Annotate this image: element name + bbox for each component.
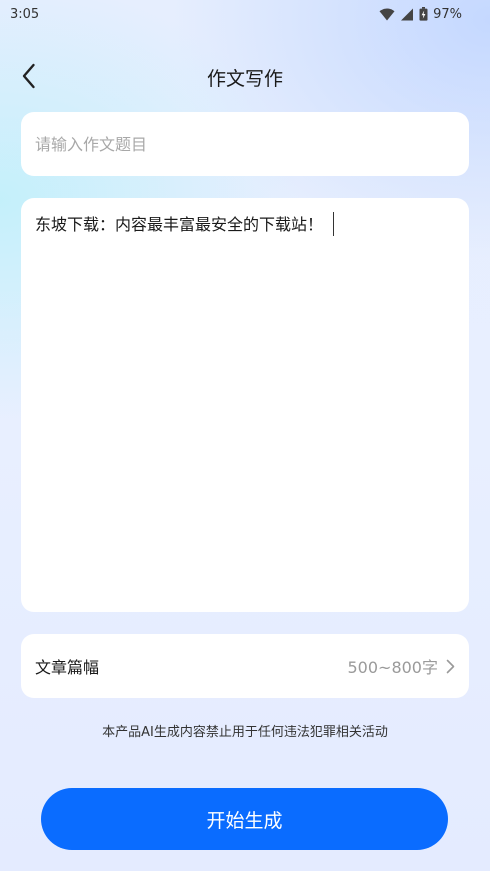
cellular-signal-icon [401, 8, 414, 20]
disclaimer-text: 本产品AI生成内容禁止用于任何违法犯罪相关活动 [102, 725, 388, 740]
page-title: 作文写作 [206, 68, 283, 90]
header: 作文写作 [0, 50, 490, 104]
length-value: 500~800字 [347, 658, 439, 677]
essay-title-input[interactable] [35, 134, 455, 154]
status-icons: 97% [379, 7, 462, 22]
text-caret [333, 212, 335, 236]
battery-icon [419, 7, 428, 21]
length-selector[interactable]: 文章篇幅 500~800字 [21, 634, 469, 698]
length-value-group: 500~800字 [348, 654, 456, 678]
status-bar: 3:05 97% [0, 0, 490, 28]
essay-content-text[interactable]: 东坡下载：内容最丰富最安全的下载站！ [35, 215, 323, 234]
generate-button[interactable]: 开始生成 [41, 788, 448, 850]
length-label: 文章篇幅 [35, 658, 100, 677]
wifi-icon [379, 8, 395, 20]
battery-percentage: 97% [433, 6, 462, 22]
content-input-card[interactable]: 东坡下载：内容最丰富最安全的下载站！ [21, 198, 469, 612]
chevron-right-icon [446, 659, 455, 673]
title-input-card [21, 112, 469, 176]
status-time: 3:05 [10, 6, 40, 22]
